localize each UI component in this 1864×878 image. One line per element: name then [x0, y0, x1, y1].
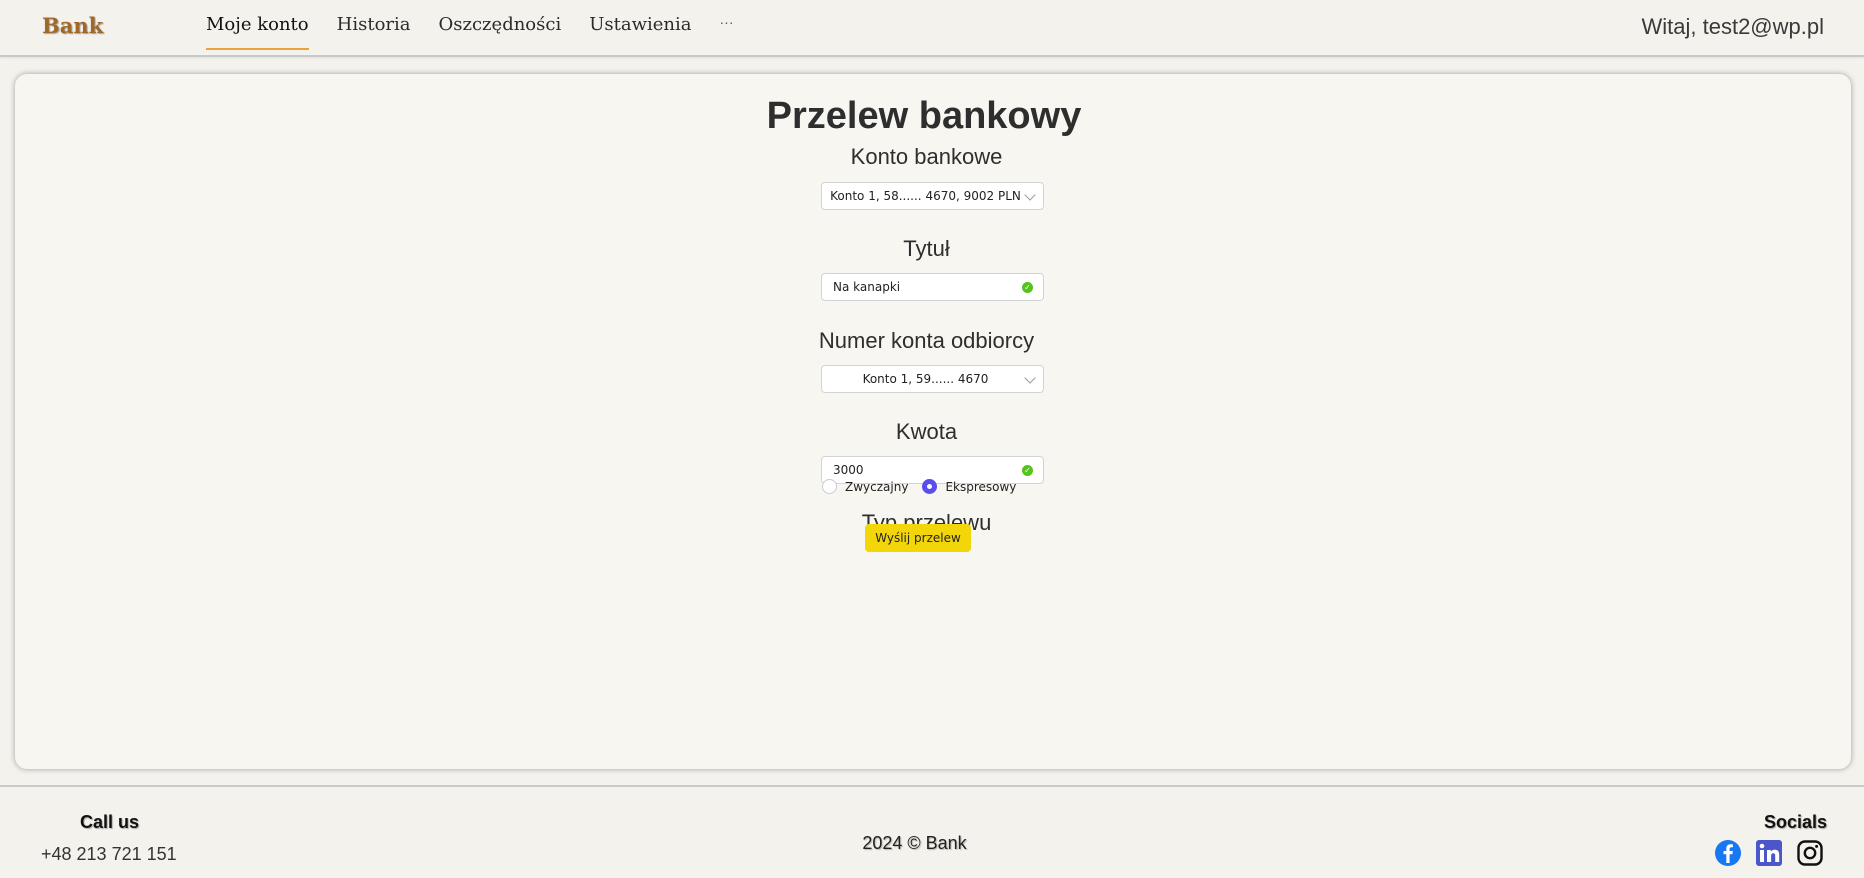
nav-item-oszczednosci[interactable]: Oszczędności: [439, 0, 562, 50]
page-title-text: Przelew bankowy: [766, 95, 1082, 137]
valid-check-icon: ✓: [1022, 282, 1033, 293]
call-us-heading: Call us: [80, 812, 140, 832]
nav-item-ustawienia[interactable]: Ustawienia: [589, 0, 691, 50]
nav-more-ellipsis-icon[interactable]: ···: [720, 0, 734, 57]
account-label: Konto bankowe: [15, 144, 1851, 170]
copyright-text: 2024 © Bank: [862, 833, 967, 853]
nav-item-historia[interactable]: Historia: [337, 0, 411, 50]
title-label: Tytuł: [15, 236, 1851, 262]
recipient-select[interactable]: Konto 1, 59...... 4670: [821, 365, 1044, 393]
transfer-type-radio-group: Zwyczajny Ekspresowy: [822, 479, 1030, 494]
nav-item-moje-konto[interactable]: Moje konto: [206, 0, 309, 50]
footer: Call us +48 213 721 151 2024 © Bank Soci…: [0, 785, 1864, 878]
socials-heading: Socials: [1763, 812, 1827, 832]
valid-check-icon: ✓: [1022, 465, 1033, 476]
amount-input-value: 3000: [833, 463, 864, 477]
title-label-text: Tytuł: [903, 236, 950, 261]
facebook-icon[interactable]: [1714, 839, 1742, 867]
account-select[interactable]: Konto 1, 58...... 4670, 9002 PLN: [821, 182, 1044, 210]
amount-label: Kwota: [15, 419, 1851, 445]
radio-circle-checked[interactable]: [922, 479, 938, 494]
instagram-icon[interactable]: [1796, 839, 1824, 867]
linkedin-icon[interactable]: [1755, 839, 1783, 867]
top-navbar: Bank Moje konto Historia Oszczędności Us…: [0, 0, 1864, 57]
main-nav: Moje konto Historia Oszczędności Ustawie…: [206, 0, 734, 57]
copyright: 2024 © Bank: [0, 833, 1864, 854]
social-links: [1701, 839, 1824, 867]
title-input[interactable]: Na kanapki ✓: [821, 273, 1044, 301]
title-input-value: Na kanapki: [833, 280, 901, 294]
recipient-label: Numer konta odbiorcy: [15, 328, 1851, 354]
recipient-label-text: Numer konta odbiorcy: [818, 328, 1035, 353]
radio-label: Zwyczajny: [845, 479, 909, 494]
radio-zwyczajny[interactable]: Zwyczajny: [822, 479, 908, 494]
radio-circle[interactable]: [822, 479, 837, 494]
recipient-select-value: Konto 1, 59...... 4670: [862, 372, 989, 386]
transfer-card: Przelew bankowy Konto bankowe Konto 1, 5…: [15, 74, 1851, 769]
radio-label: Ekspresowy: [945, 479, 1017, 494]
bank-logo[interactable]: Bank: [42, 13, 103, 38]
amount-label-text: Kwota: [895, 419, 958, 444]
radio-ekspresowy[interactable]: Ekspresowy: [922, 479, 1016, 494]
page-title: Przelew bankowy: [15, 95, 1851, 138]
send-transfer-button[interactable]: Wyślij przelew: [865, 524, 971, 552]
account-label-text: Konto bankowe: [850, 144, 1003, 169]
account-select-value: Konto 1, 58...... 4670, 9002 PLN: [830, 189, 1021, 203]
user-greeting: Witaj, test2@wp.pl: [1641, 14, 1825, 39]
